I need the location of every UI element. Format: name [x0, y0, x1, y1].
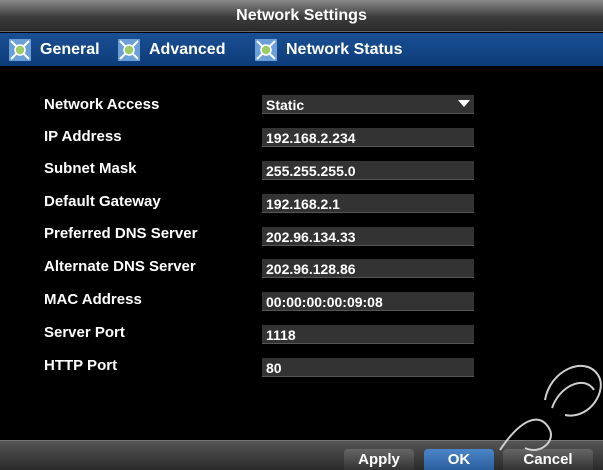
tab-advanced[interactable]: Advanced	[117, 33, 225, 66]
ok-button[interactable]: OK	[424, 449, 494, 470]
apply-button[interactable]: Apply	[344, 449, 414, 470]
default-gateway-label: Default Gateway	[44, 193, 161, 210]
network-access-value: Static	[266, 97, 305, 113]
preferred-dns-field[interactable]: 202.96.134.33	[262, 227, 474, 246]
network-tab-icon	[9, 38, 31, 61]
alternate-dns-label: Alternate DNS Server	[44, 258, 196, 275]
tab-network-status[interactable]: Network Status	[254, 33, 402, 66]
mac-address-field: 00:00:00:00:09:08	[262, 292, 474, 311]
preferred-dns-value: 202.96.134.33	[266, 229, 356, 245]
network-access-select[interactable]: Static	[262, 95, 474, 114]
window-title: Network Settings	[0, 0, 603, 32]
network-tab-icon	[118, 38, 140, 61]
http-port-label: HTTP Port	[44, 357, 118, 374]
ip-address-field[interactable]: 192.168.2.234	[262, 128, 474, 147]
tab-bar: General Advanced Network Status	[0, 33, 603, 66]
alternate-dns-value: 202.96.128.86	[266, 261, 356, 277]
tab-general[interactable]: General	[8, 33, 100, 66]
network-settings-window: Network Settings General Advanced Networ…	[0, 0, 603, 470]
server-port-label: Server Port	[44, 324, 125, 341]
http-port-value: 80	[266, 360, 282, 376]
cancel-button[interactable]: Cancel	[503, 449, 593, 470]
http-port-field[interactable]: 80	[262, 358, 474, 377]
mac-address-label: MAC Address	[44, 291, 142, 308]
alternate-dns-field[interactable]: 202.96.128.86	[262, 259, 474, 278]
server-port-value: 1118	[266, 327, 296, 343]
tab-label: Advanced	[149, 40, 226, 58]
network-access-label: Network Access	[44, 96, 160, 113]
chevron-down-icon	[458, 100, 470, 107]
tab-label: Network Status	[286, 40, 403, 58]
default-gateway-field[interactable]: 192.168.2.1	[262, 194, 474, 213]
subnet-mask-field[interactable]: 255.255.255.0	[262, 161, 474, 180]
preferred-dns-label: Preferred DNS Server	[44, 225, 198, 242]
default-gateway-value: 192.168.2.1	[266, 196, 340, 212]
subnet-mask-value: 255.255.255.0	[266, 163, 356, 179]
ip-address-value: 192.168.2.234	[266, 130, 356, 146]
subnet-mask-label: Subnet Mask	[44, 160, 137, 177]
server-port-field[interactable]: 1118	[262, 325, 474, 344]
network-tab-icon	[255, 38, 277, 61]
tab-label: General	[40, 40, 100, 58]
ip-address-label: IP Address	[44, 128, 122, 145]
mac-address-value: 00:00:00:00:09:08	[266, 294, 383, 310]
